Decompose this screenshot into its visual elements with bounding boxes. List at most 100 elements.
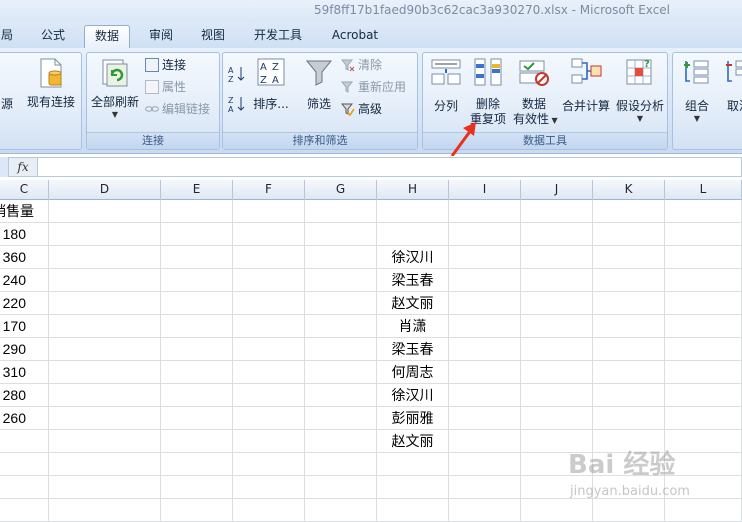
column-header-e[interactable]: E xyxy=(161,180,233,200)
cell-h[interactable] xyxy=(377,200,449,223)
cell-e[interactable] xyxy=(161,223,233,246)
cell-c[interactable]: 310 xyxy=(0,361,49,384)
tab-formulas[interactable]: 公式 xyxy=(30,25,76,48)
sort-ascending-button[interactable]: A Z xyxy=(227,65,247,86)
cell-k[interactable] xyxy=(593,269,665,292)
cell-e[interactable] xyxy=(161,246,233,269)
cell-i[interactable] xyxy=(449,499,521,522)
cell-l[interactable] xyxy=(665,269,742,292)
group-button[interactable]: 组合 ▼ xyxy=(677,57,717,123)
cell-k[interactable] xyxy=(593,315,665,338)
cell-d[interactable] xyxy=(49,315,161,338)
cell-f[interactable] xyxy=(233,269,305,292)
cell-g[interactable] xyxy=(305,476,377,499)
cell-g[interactable] xyxy=(305,407,377,430)
edit-links-button[interactable]: 编辑链接 xyxy=(145,100,210,118)
cell-d[interactable] xyxy=(49,269,161,292)
cell-g[interactable] xyxy=(305,292,377,315)
tab-view[interactable]: 视图 xyxy=(190,25,236,48)
cell-k[interactable] xyxy=(593,223,665,246)
cell-d[interactable] xyxy=(49,430,161,453)
cell-j[interactable] xyxy=(521,200,593,223)
column-header-j[interactable]: J xyxy=(521,180,593,200)
cell-g[interactable] xyxy=(305,361,377,384)
cell-f[interactable] xyxy=(233,315,305,338)
connections-button[interactable]: 连接 xyxy=(145,56,186,74)
cell-f[interactable] xyxy=(233,430,305,453)
cell-i[interactable] xyxy=(449,223,521,246)
cell-e[interactable] xyxy=(161,338,233,361)
cell-c[interactable]: 290 xyxy=(0,338,49,361)
column-header-i[interactable]: I xyxy=(449,180,521,200)
cell-l[interactable] xyxy=(665,292,742,315)
cell-f[interactable] xyxy=(233,292,305,315)
cell-c[interactable]: 280 xyxy=(0,384,49,407)
cell-l[interactable] xyxy=(665,407,742,430)
clear-filter-button[interactable]: 清除 xyxy=(340,56,382,74)
cell-l[interactable] xyxy=(665,384,742,407)
cell-c[interactable]: 170 xyxy=(0,315,49,338)
reapply-button[interactable]: 重新应用 xyxy=(340,78,406,96)
cell-j[interactable] xyxy=(521,407,593,430)
cell-g[interactable] xyxy=(305,269,377,292)
cell-d[interactable] xyxy=(49,476,161,499)
cell-g[interactable] xyxy=(305,384,377,407)
cell-d[interactable] xyxy=(49,361,161,384)
cell-g[interactable] xyxy=(305,223,377,246)
cell-i[interactable] xyxy=(449,292,521,315)
cell-j[interactable] xyxy=(521,223,593,246)
cell-h[interactable]: 赵文丽 xyxy=(377,430,449,453)
consolidate-button[interactable]: 合并计算 xyxy=(559,57,613,114)
cell-d[interactable] xyxy=(49,292,161,315)
from-other-sources-button[interactable]: 源 xyxy=(1,95,13,112)
cell-i[interactable] xyxy=(449,453,521,476)
column-header-d[interactable]: D xyxy=(49,180,161,200)
properties-button[interactable]: 属性 xyxy=(145,78,186,96)
cell-h[interactable] xyxy=(377,476,449,499)
cell-k[interactable] xyxy=(593,407,665,430)
cell-g[interactable] xyxy=(305,338,377,361)
column-header-f[interactable]: F xyxy=(233,180,305,200)
tab-data[interactable]: 数据 xyxy=(84,25,130,48)
cell-l[interactable] xyxy=(665,246,742,269)
cell-f[interactable] xyxy=(233,384,305,407)
cell-d[interactable] xyxy=(49,338,161,361)
cell-i[interactable] xyxy=(449,407,521,430)
cell-c[interactable]: 220 xyxy=(0,292,49,315)
data-validation-button[interactable]: 数据 有效性 ▼ xyxy=(513,57,558,128)
cell-d[interactable] xyxy=(49,499,161,522)
cell-f[interactable] xyxy=(233,361,305,384)
remove-duplicates-button[interactable]: 删除 重复项 xyxy=(467,57,509,127)
column-header-c[interactable]: C xyxy=(0,180,49,200)
cell-c[interactable] xyxy=(0,430,49,453)
cell-i[interactable] xyxy=(449,361,521,384)
cell-i[interactable] xyxy=(449,338,521,361)
cell-d[interactable] xyxy=(49,407,161,430)
column-header-l[interactable]: L xyxy=(665,180,742,200)
cell-h[interactable] xyxy=(377,499,449,522)
cell-c[interactable]: 240 xyxy=(0,269,49,292)
cell-d[interactable] xyxy=(49,223,161,246)
cell-k[interactable] xyxy=(593,338,665,361)
cell-e[interactable] xyxy=(161,430,233,453)
cell-k[interactable] xyxy=(593,246,665,269)
cell-e[interactable] xyxy=(161,315,233,338)
cell-c[interactable] xyxy=(0,499,49,522)
cell-l[interactable] xyxy=(665,223,742,246)
cell-g[interactable] xyxy=(305,246,377,269)
cell-d[interactable] xyxy=(49,246,161,269)
cell-h[interactable]: 徐汉川 xyxy=(377,246,449,269)
refresh-all-button[interactable]: 全部刷新 ▼ xyxy=(91,57,139,119)
cell-i[interactable] xyxy=(449,476,521,499)
cell-c[interactable]: 260 xyxy=(0,407,49,430)
cell-f[interactable] xyxy=(233,223,305,246)
what-if-analysis-button[interactable]: ? 假设分析 ▼ xyxy=(615,57,665,123)
cell-g[interactable] xyxy=(305,200,377,223)
tab-review[interactable]: 审阅 xyxy=(138,25,184,48)
cell-g[interactable] xyxy=(305,499,377,522)
cell-f[interactable] xyxy=(233,246,305,269)
cell-h[interactable]: 何周志 xyxy=(377,361,449,384)
text-to-columns-button[interactable]: 分列 xyxy=(427,57,465,114)
cell-i[interactable] xyxy=(449,269,521,292)
cell-i[interactable] xyxy=(449,384,521,407)
